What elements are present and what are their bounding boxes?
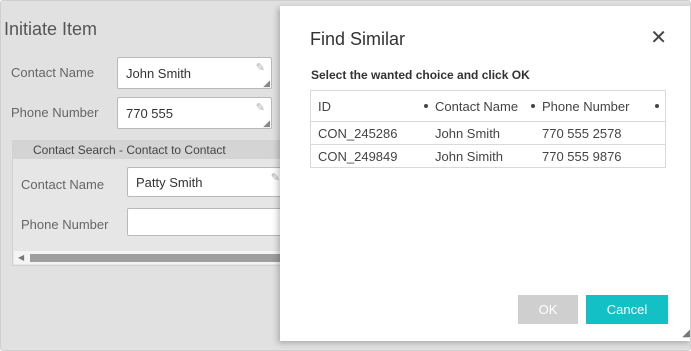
cell-phone: 770 555 2578 (535, 121, 666, 145)
cancel-button[interactable]: Cancel (586, 295, 668, 324)
resize-grip-icon[interactable]: ◢ (682, 329, 690, 339)
resize-grip-icon[interactable]: ◢ (263, 79, 270, 88)
phone-number-label: Phone Number (11, 105, 99, 120)
column-header-id[interactable]: ID (310, 90, 428, 122)
section-contact-name-field[interactable]: Patty Smith ✎ (127, 167, 287, 197)
section-title: Contact Search - Contact to Contact (13, 141, 291, 159)
section-contact-name-label: Contact Name (21, 177, 105, 192)
cell-contact-name: John Simith (428, 144, 535, 168)
edit-pencil-icon: ✎ (270, 172, 280, 184)
edit-pencil-icon: ✎ (255, 102, 265, 114)
close-icon[interactable]: ✕ (650, 25, 667, 50)
column-header-contact-name[interactable]: Contact Name (428, 90, 535, 122)
table-row[interactable]: CON_249849 John Simith 770 555 9876 (310, 144, 666, 168)
contact-search-section: Contact Search - Contact to Contact Cont… (12, 140, 292, 266)
cell-contact-name: John Smith (428, 121, 535, 145)
scroll-left-icon[interactable]: ◀ (18, 251, 24, 264)
resize-grip-icon[interactable]: ◢ (263, 119, 270, 128)
section-phone-number-label: Phone Number (21, 217, 109, 232)
cell-id: CON_249849 (310, 144, 428, 168)
cell-id: CON_245286 (310, 121, 428, 145)
section-contact-name-value: Patty Smith (136, 175, 203, 190)
section-phone-number-field[interactable] (127, 208, 287, 236)
ok-button[interactable]: OK (518, 295, 578, 324)
results-table: ID Contact Name Phone Number CON_245286 (310, 90, 666, 168)
dialog-instruction: Select the wanted choice and click OK (311, 68, 530, 82)
column-header-label: Phone Number (542, 98, 630, 114)
dialog-title: Find Similar (310, 29, 406, 49)
page-title: Initiate Item (4, 19, 98, 39)
app-frame: Initiate Item Contact Name John Smith ✎ … (0, 0, 691, 351)
contact-name-label: Contact Name (11, 65, 95, 80)
table-header-row: ID Contact Name Phone Number (310, 90, 666, 122)
find-similar-dialog: Find Similar ✕ Select the wanted choice … (280, 6, 690, 341)
column-header-label: Contact Name (435, 98, 519, 114)
phone-number-field[interactable]: 770 555 ✎ ◢ (117, 97, 272, 129)
table-row[interactable]: CON_245286 John Smith 770 555 2578 (310, 121, 666, 145)
contact-name-value: John Smith (126, 66, 192, 81)
cell-phone: 770 555 9876 (535, 144, 666, 168)
scrollbar-thumb[interactable] (30, 254, 292, 262)
phone-number-value: 770 555 (126, 106, 173, 121)
column-menu-icon[interactable] (655, 104, 659, 108)
contact-name-field[interactable]: John Smith ✎ ◢ (117, 57, 272, 89)
edit-pencil-icon: ✎ (255, 62, 265, 74)
column-header-phone-number[interactable]: Phone Number (535, 90, 666, 122)
horizontal-scrollbar[interactable]: ◀ (14, 251, 292, 264)
column-header-label: ID (318, 98, 331, 114)
